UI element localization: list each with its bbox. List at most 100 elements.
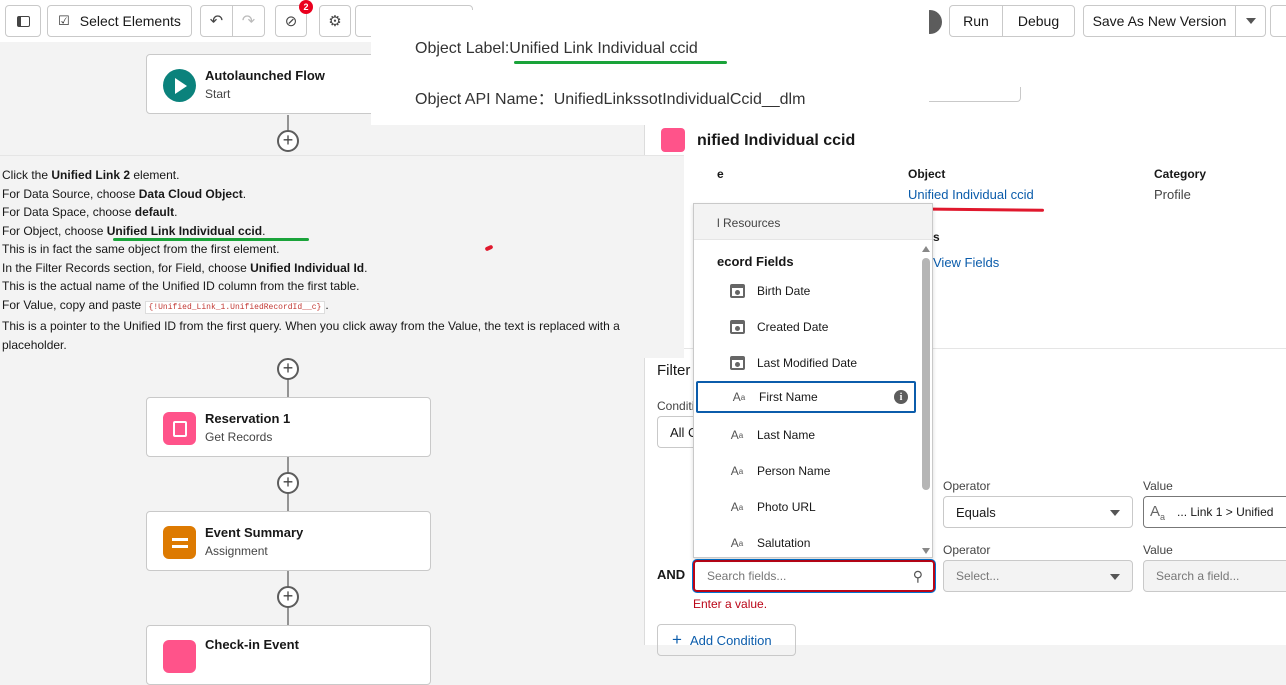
instruction-line: This is in fact the same object from the… <box>2 242 280 256</box>
dropdown-item[interactable]: Aa Person Name <box>694 454 916 488</box>
settings-button[interactable]: ⚙ <box>319 5 351 37</box>
operator-select[interactable]: Equals <box>943 496 1133 528</box>
scroll-up-icon[interactable] <box>922 246 930 252</box>
calendar-icon <box>729 283 745 299</box>
play-icon <box>163 69 196 102</box>
section-label-fragment: s <box>933 230 940 244</box>
instruction-line: placeholder. <box>2 337 67 352</box>
text-icon: Aa <box>730 536 744 550</box>
green-underline <box>514 61 727 64</box>
condition-label: Conditi <box>657 399 695 413</box>
node-subtitle: Assignment <box>205 544 268 558</box>
toggle-panel-button[interactable] <box>5 5 41 37</box>
add-element-button[interactable]: + <box>277 472 299 494</box>
node-title: Reservation 1 <box>205 411 291 426</box>
object-label-line: Object Label:Unified Link Individual cci… <box>415 40 698 57</box>
redo-icon: ↷ <box>241 13 256 30</box>
dropdown-item[interactable]: Birth Date <box>694 274 916 308</box>
node-subtitle: Get Records <box>205 430 273 444</box>
value-label: Value <box>1143 543 1173 557</box>
object-icon <box>661 128 685 152</box>
filter-heading: Filter <box>657 362 691 379</box>
reservation-node[interactable]: Reservation 1 Get Records <box>146 397 431 457</box>
instruction-line: For Object, choose Unified Link Individu… <box>2 223 266 238</box>
code-snippet: {!Unified_Link_1.UnifiedRecordId__c} <box>144 300 326 314</box>
scrollbar[interactable] <box>919 242 932 557</box>
info-icon: i <box>894 390 908 404</box>
text-icon: Aa <box>1150 502 1166 522</box>
text-icon: Aa <box>730 500 744 514</box>
field-picker-dropdown[interactable]: l Resources ecord Fields Birth Date Crea… <box>693 203 933 558</box>
save-menu-button[interactable] <box>1235 5 1266 37</box>
undo-icon: ↶ <box>209 13 224 30</box>
text-icon: Aa <box>730 464 744 478</box>
dropdown-item[interactable]: Aa Last Name <box>694 418 916 452</box>
check-in-event-node[interactable]: Check-in Event <box>146 625 431 685</box>
object-api-name-line: Object API Name：UnifiedLinkssotIndividua… <box>415 91 806 108</box>
chevron-down-icon <box>1110 574 1120 580</box>
select-icon: ☑ <box>58 13 70 28</box>
dropdown-item[interactable]: Aa Salutation <box>694 526 916 557</box>
resources-label: l Resources <box>717 216 781 230</box>
add-element-button[interactable]: + <box>277 358 299 380</box>
scroll-down-icon[interactable] <box>922 548 930 554</box>
instruction-line: This is the actual name of the Unified I… <box>2 279 360 293</box>
instruction-line: For Data Source, choose Data Cloud Objec… <box>2 186 247 201</box>
add-icon: + <box>672 630 682 649</box>
redo-button[interactable]: ↷ <box>232 5 265 37</box>
instruction-line: Click the Unified Link 2 element. <box>2 168 180 182</box>
assignment-icon <box>163 526 196 559</box>
add-element-button[interactable]: + <box>277 586 299 608</box>
error-message: Enter a value. <box>693 597 768 611</box>
operator-label: Operator <box>943 479 991 493</box>
select-elements-button[interactable]: ☑ Select Elements <box>47 5 192 37</box>
dropdown-item[interactable]: Created Date <box>694 310 916 344</box>
dropdown-item[interactable]: Aa Photo URL <box>694 490 916 524</box>
col1-label: e <box>717 167 724 181</box>
operator-select-2[interactable]: Select... <box>943 560 1133 592</box>
node-title: Autolaunched Flow <box>205 68 325 83</box>
add-element-button[interactable]: + <box>277 130 299 152</box>
instruction-line: For Value, copy and paste {!Unified_Link… <box>2 297 329 314</box>
save-as-new-version-button[interactable]: Save As New Version <box>1083 5 1236 37</box>
object-label-box: Object Label:Unified Link Individual cci… <box>371 10 929 125</box>
dropdown-item-selected[interactable]: Aa First Name i <box>696 381 916 413</box>
run-button[interactable]: Run <box>949 5 1003 37</box>
error-count-badge: 2 <box>299 0 313 14</box>
calendar-icon <box>729 319 745 335</box>
green-underline <box>113 238 309 241</box>
chevron-down-icon <box>1245 18 1256 24</box>
gear-icon: ⚙ <box>328 13 342 30</box>
text-icon: Aa <box>730 428 744 442</box>
value-input-2[interactable]: Search a field... <box>1143 560 1286 592</box>
scrollbar-thumb[interactable] <box>922 258 930 490</box>
node-subtitle: Start <box>205 87 231 101</box>
value-input[interactable]: Aa ... Link 1 > Unified <box>1143 496 1286 528</box>
calendar-icon <box>729 355 745 371</box>
panel-icon <box>16 15 30 27</box>
instruction-line: This is a pointer to the Unified ID from… <box>2 319 620 333</box>
operator-label: Operator <box>943 543 991 557</box>
node-title: Event Summary <box>205 525 304 540</box>
view-fields-link[interactable]: View Fields <box>933 255 999 270</box>
undo-button[interactable]: ↶ <box>200 5 233 37</box>
get-records-icon <box>163 412 196 445</box>
save-button[interactable] <box>1270 5 1286 37</box>
text-icon: Aa <box>732 390 746 404</box>
and-label: AND <box>657 567 686 582</box>
instruction-line: For Data Space, choose default. <box>2 205 178 219</box>
prohibited-icon: ⊘ <box>284 13 298 30</box>
panel-heading: nified Individual ccid <box>697 132 856 149</box>
debug-button[interactable]: Debug <box>1002 5 1075 37</box>
object-value-link[interactable]: Unified Individual ccid <box>908 187 1034 202</box>
category-label: Category <box>1154 167 1207 181</box>
object-label: Object <box>908 167 946 181</box>
add-condition-button[interactable]: + Add Condition <box>657 624 796 656</box>
event-summary-node[interactable]: Event Summary Assignment <box>146 511 431 571</box>
search-fields-input[interactable]: Search fields... ⚲ <box>693 560 935 592</box>
dropdown-item[interactable]: Last Modified Date <box>694 346 916 380</box>
chevron-down-icon <box>1110 510 1120 516</box>
section-heading: ecord Fields <box>717 254 794 269</box>
instruction-line: In the Filter Records section, for Field… <box>2 260 368 275</box>
category-value: Profile <box>1154 187 1191 202</box>
